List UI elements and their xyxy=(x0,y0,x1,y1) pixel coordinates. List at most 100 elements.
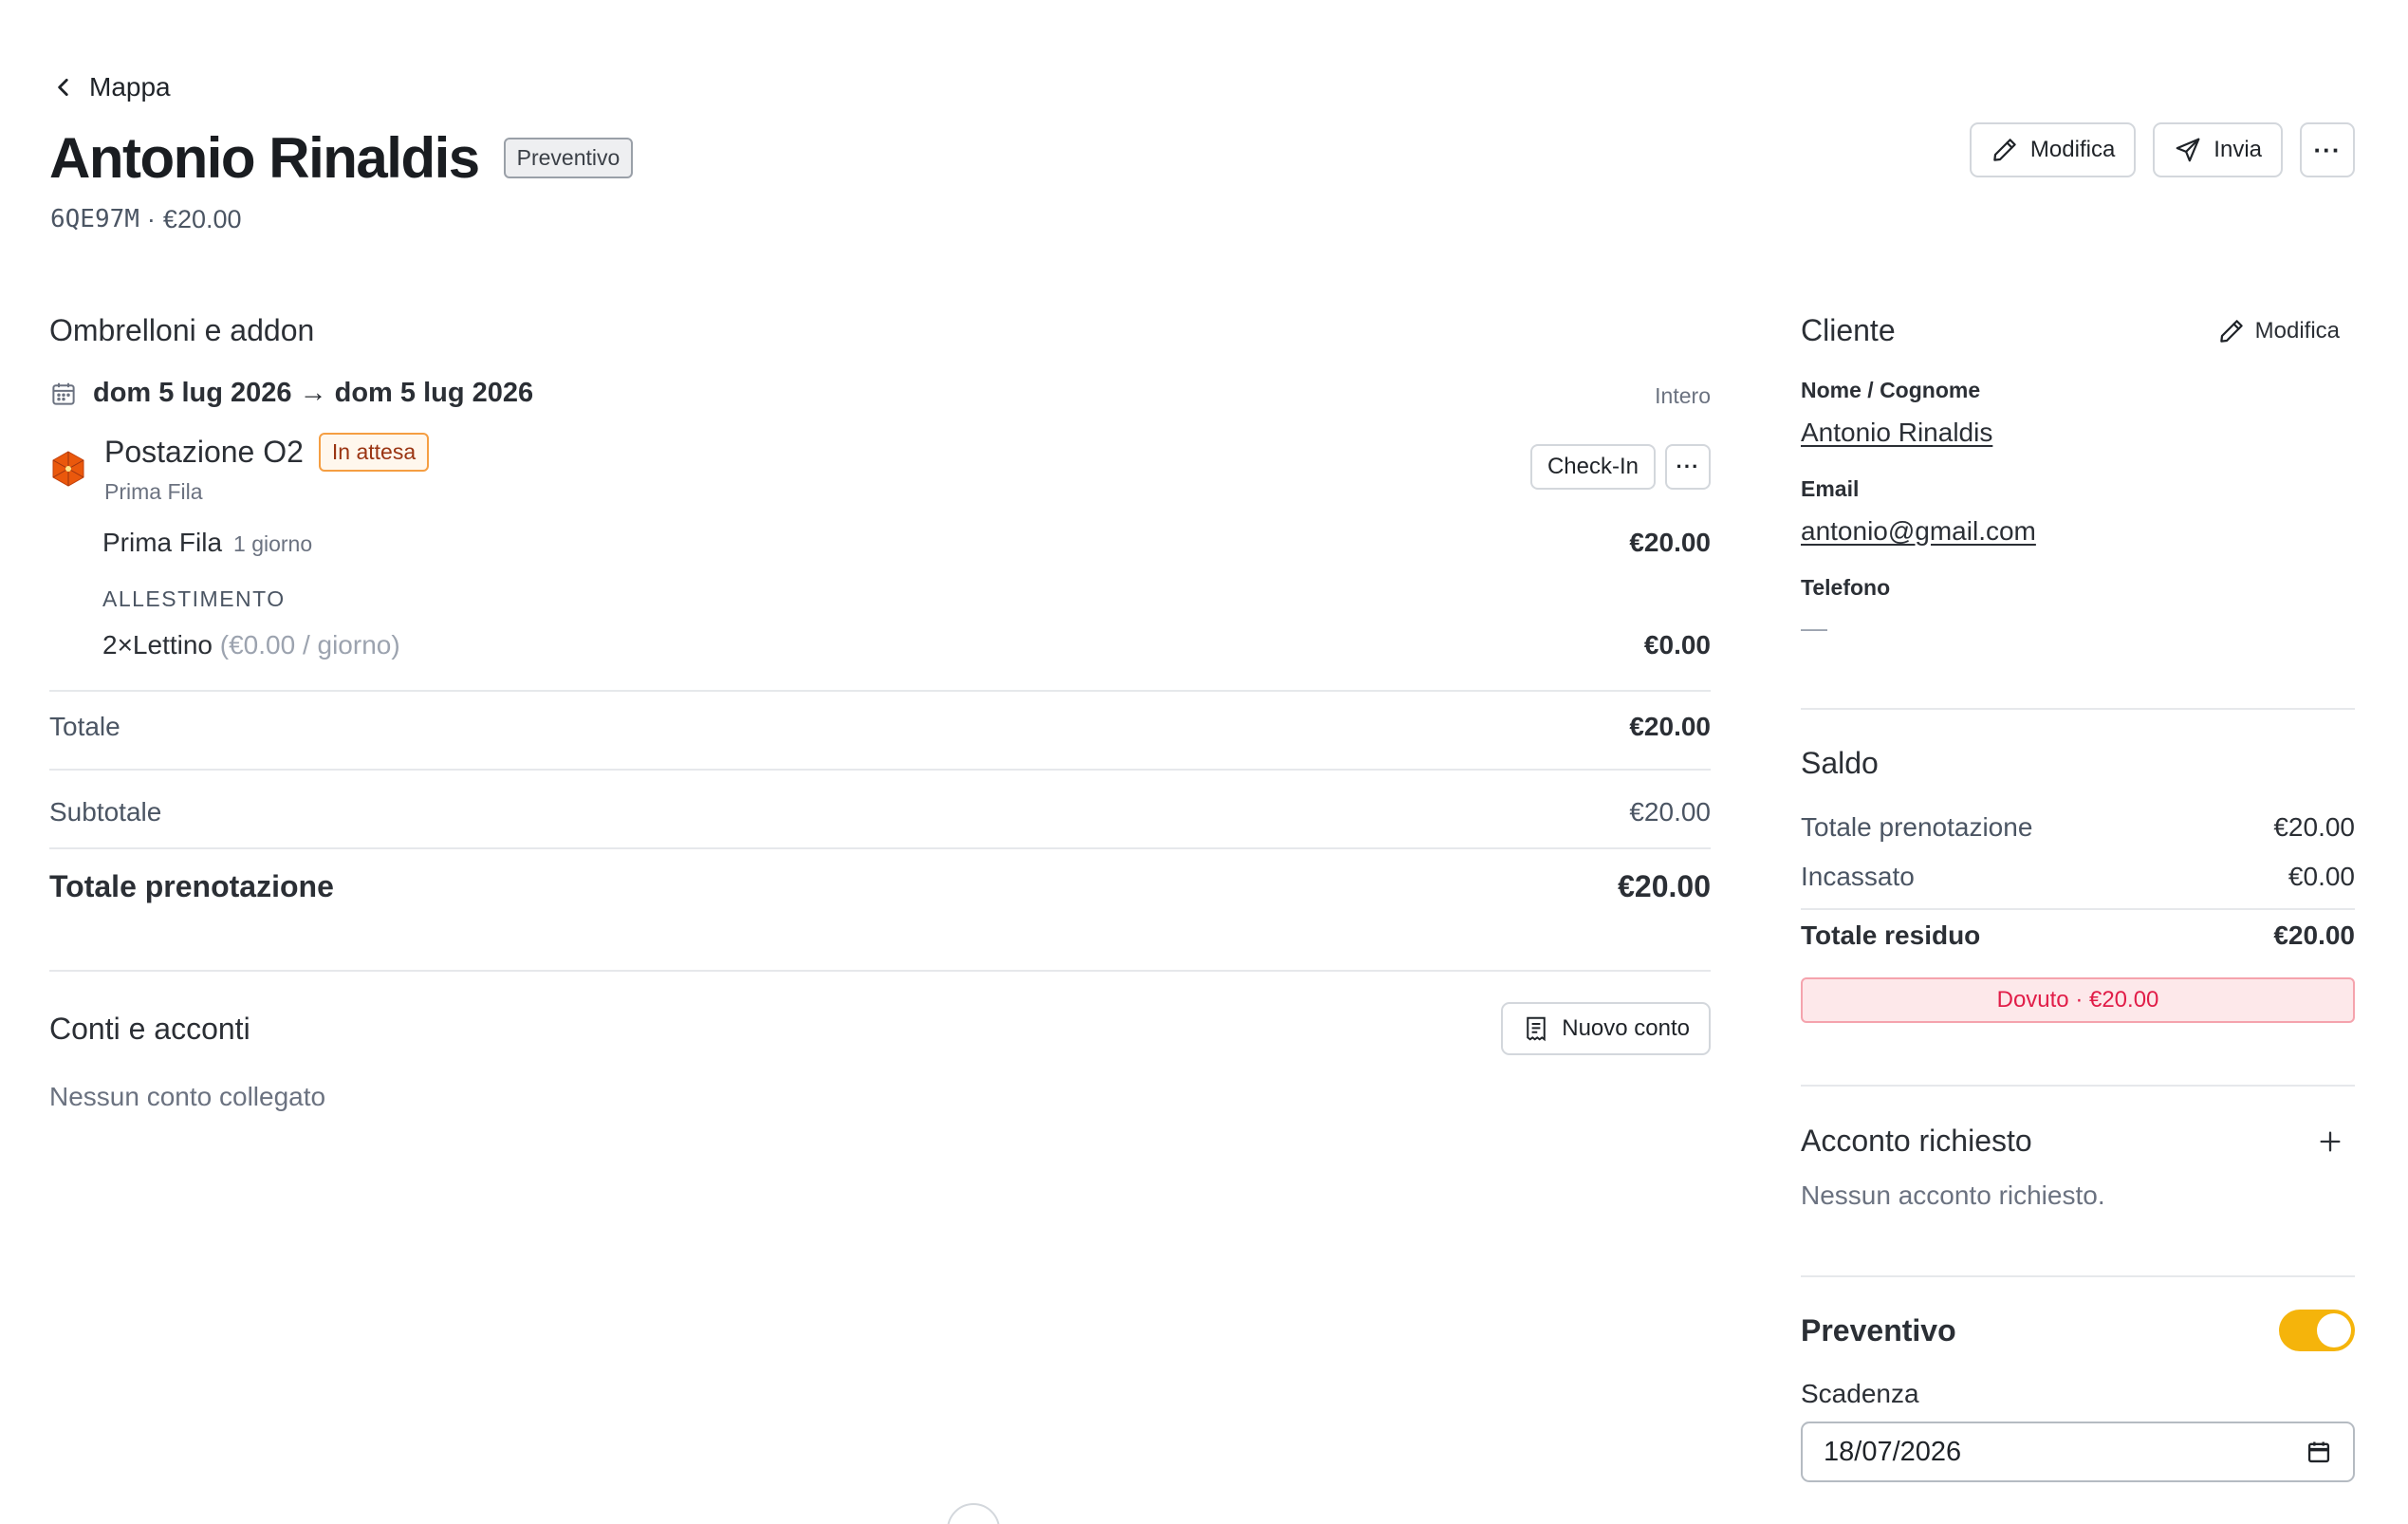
booking-total-value: €20.00 xyxy=(2273,812,2355,842)
client-name-link[interactable]: Antonio Rinaldis xyxy=(1801,418,1992,448)
station-row: Postazione O2 In attesa Prima Fila xyxy=(49,433,430,505)
expiry-label: Scadenza xyxy=(1801,1379,1919,1408)
booking-amount: €20.00 xyxy=(162,205,242,233)
new-account-label: Nuovo conto xyxy=(1562,1015,1690,1041)
client-email-link[interactable]: antonio@gmail.com xyxy=(1801,516,2036,547)
subtotal-value: €20.00 xyxy=(1629,797,1711,827)
divider xyxy=(1801,1275,2355,1277)
list-item: 2×Lettino (€0.00 / giorno) €0.00 xyxy=(102,630,1711,660)
send-icon xyxy=(2176,138,2200,162)
subtotal-row: Subtotale €20.00 xyxy=(49,797,1711,827)
edit-button-label: Modifica xyxy=(2029,137,2116,162)
divider xyxy=(1801,1085,2355,1087)
edit-button[interactable]: Modifica xyxy=(1969,122,2137,177)
subtotal-label: Subtotale xyxy=(49,797,162,827)
email-label: Email xyxy=(1801,476,1860,501)
station-row-label: Prima Fila xyxy=(104,479,203,504)
station-more-button[interactable]: ··· xyxy=(1665,444,1711,490)
booking-total-label: Totale prenotazione xyxy=(1801,812,2033,842)
plus-icon[interactable] xyxy=(2317,1128,2343,1155)
phone-label: Telefono xyxy=(1801,575,1891,600)
balance-section-title: Saldo xyxy=(1801,746,1879,780)
client-phone-value: — xyxy=(1801,613,1827,642)
client-edit-label: Modifica xyxy=(2254,317,2340,344)
send-button-label: Invia xyxy=(2214,137,2262,162)
due-banner: Dovuto · €20.00 xyxy=(1801,977,2355,1023)
divider xyxy=(49,847,1711,849)
residual-value: €20.00 xyxy=(2273,920,2355,950)
residual-label: Totale residuo xyxy=(1801,920,1981,950)
expiry-date-value: 18/07/2026 xyxy=(1824,1436,1962,1467)
divider xyxy=(49,769,1711,771)
total-row: Totale €20.00 xyxy=(49,712,1711,742)
accounts-empty-text: Nessun conto collegato xyxy=(49,1082,326,1111)
more-dots-icon: ··· xyxy=(2313,136,2342,164)
send-button[interactable]: Invia xyxy=(2153,122,2283,177)
more-dots-icon: ··· xyxy=(1676,455,1700,478)
divider xyxy=(1801,708,2355,710)
pencil-icon xyxy=(2219,319,2243,343)
grand-total-row: Totale prenotazione €20.00 xyxy=(49,869,1711,904)
deposit-header: Acconto richiesto xyxy=(1801,1124,2355,1159)
umbrella-icon xyxy=(52,451,84,487)
item-detail: 1 giorno xyxy=(233,531,313,556)
scroll-button[interactable] xyxy=(947,1503,1000,1524)
station-actions: Check-In ··· xyxy=(1529,444,1711,490)
title-row: Antonio Rinaldis Preventivo xyxy=(49,125,634,191)
date-range-row: dom 5 lug 2026 → dom 5 lug 2026 xyxy=(49,378,533,409)
addon-name: 2×Lettino xyxy=(102,630,213,660)
station-status-badge: In attesa xyxy=(318,433,430,472)
list-item: Prima Fila 1 giorno €20.00 xyxy=(102,528,1711,558)
receipt-icon xyxy=(1527,1016,1546,1042)
umbrellas-section-title: Ombrelloni e addon xyxy=(49,313,315,347)
booking-subline: 6QE97M · €20.00 xyxy=(50,205,242,234)
deposit-section-title: Acconto richiesto xyxy=(1801,1124,2032,1158)
collected-value: €0.00 xyxy=(2288,862,2355,891)
quote-header: Preventivo xyxy=(1801,1310,2355,1351)
addon-detail: (€0.00 / giorno) xyxy=(219,630,400,660)
back-link-label: Mappa xyxy=(89,72,171,102)
client-section-title: Cliente xyxy=(1801,313,1896,347)
balance-row: Totale residuo €20.00 xyxy=(1801,920,2355,951)
grand-total-value: €20.00 xyxy=(1618,869,1711,903)
balance-row: Incassato €0.00 xyxy=(1801,862,2355,892)
total-value: €20.00 xyxy=(1629,712,1711,741)
back-link[interactable]: Mappa xyxy=(51,72,171,102)
pencil-icon xyxy=(1993,139,2016,161)
page-title: Antonio Rinaldis xyxy=(49,126,480,190)
client-edit-link[interactable]: Modifica xyxy=(2217,317,2340,345)
new-account-button[interactable]: Nuovo conto xyxy=(1501,1002,1711,1055)
grand-total-label: Totale prenotazione xyxy=(49,869,334,903)
quote-toggle[interactable] xyxy=(2279,1310,2355,1351)
divider xyxy=(49,690,1711,692)
collected-label: Incassato xyxy=(1801,862,1915,891)
date-range: dom 5 lug 2026 → dom 5 lug 2026 xyxy=(93,378,534,408)
period-label: Intero xyxy=(1655,383,1711,408)
calendar-icon[interactable] xyxy=(2306,1439,2332,1465)
station-name: Postazione O2 xyxy=(104,435,304,469)
accounts-section-title: Conti e acconti xyxy=(49,1012,250,1046)
expiry-date-input[interactable]: 18/07/2026 xyxy=(1801,1422,2355,1482)
addon-amount: €0.00 xyxy=(1643,630,1711,660)
checkin-button[interactable]: Check-In xyxy=(1529,444,1656,490)
more-options-button[interactable]: ··· xyxy=(2300,122,2355,177)
chevron-left-icon xyxy=(58,79,68,96)
item-amount: €20.00 xyxy=(1629,528,1711,557)
subline-separator: · xyxy=(146,205,156,233)
divider xyxy=(49,970,1711,972)
station-info: Postazione O2 In attesa Prima Fila xyxy=(104,433,430,505)
client-header: Cliente Modifica xyxy=(1801,313,2355,348)
booking-code: 6QE97M xyxy=(50,205,139,233)
header-actions: Modifica Invia ··· xyxy=(1969,122,2355,177)
divider xyxy=(1801,908,2355,910)
total-label: Totale xyxy=(49,712,120,741)
balance-row: Totale prenotazione €20.00 xyxy=(1801,812,2355,843)
deposit-empty-text: Nessun acconto richiesto. xyxy=(1801,1180,2105,1210)
quote-section-title: Preventivo xyxy=(1801,1312,1956,1347)
calendar-icon xyxy=(52,382,75,405)
item-name: Prima Fila xyxy=(102,528,223,557)
checkin-button-label: Check-In xyxy=(1547,454,1639,479)
status-badge: Preventivo xyxy=(503,138,634,178)
setup-heading: ALLESTIMENTO xyxy=(102,586,286,611)
name-label: Nome / Cognome xyxy=(1801,378,1981,402)
